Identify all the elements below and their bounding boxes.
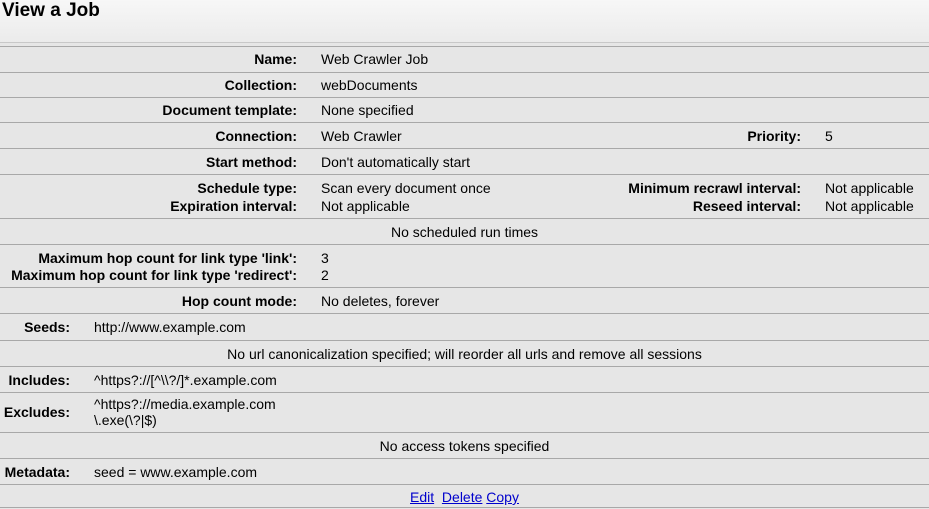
metadata-value: seed = www.example.com (94, 464, 258, 480)
delete-link[interactable]: Delete (442, 489, 482, 505)
reseed-value: Not applicable (825, 198, 914, 214)
name-value: Web Crawler Job (321, 51, 429, 67)
row-access-tokens: No access tokens specified (0, 432, 929, 458)
schedule-type-value: Scan every document once (321, 180, 491, 196)
row-excludes: Excludes: ^https?://media.example.com \.… (0, 392, 929, 432)
seeds-value: http://www.example.com (94, 319, 246, 335)
excludes-value-2: \.exe(\?|$) (94, 412, 157, 428)
schedule-type-label: Schedule type: (197, 180, 297, 196)
hop-mode-value: No deletes, forever (321, 293, 440, 309)
reseed-label: Reseed interval: (692, 198, 801, 214)
includes-label: Includes: (8, 372, 70, 388)
hop-redirect-value: 2 (321, 267, 329, 283)
hop-mode-label: Hop count mode: (181, 293, 297, 309)
hop-link-label: Maximum hop count for link type 'link': (38, 250, 297, 266)
access-tokens-text: No access tokens specified (379, 438, 550, 454)
excludes-value-1: ^https?://media.example.com (94, 396, 276, 412)
row-hop-counts: Maximum hop count for link type 'link': … (0, 244, 929, 287)
row-collection: Collection: webDocuments (0, 72, 929, 97)
start-method-value: Don't automatically start (321, 154, 470, 170)
includes-value: ^https?://[^\\?/]*.example.com (94, 372, 277, 388)
metadata-label: Metadata: (4, 464, 70, 480)
bottom-divider (0, 507, 929, 508)
expiration-value: Not applicable (321, 198, 410, 214)
row-seeds: Seeds: http://www.example.com (0, 313, 929, 340)
start-method-label: Start method: (206, 154, 297, 170)
page-title: View a Job (2, 0, 100, 21)
priority-label: Priority: (747, 128, 801, 144)
row-actions: Edit Delete Copy (0, 484, 929, 507)
action-links: Edit Delete Copy (0, 488, 929, 506)
hop-link-value: 3 (321, 250, 329, 266)
row-start-method: Start method: Don't automatically start (0, 148, 929, 174)
seeds-label: Seeds: (24, 319, 70, 335)
row-connection: Connection: Web Crawler Priority: 5 (0, 122, 929, 148)
template-label: Document template: (162, 102, 297, 118)
hop-redirect-label: Maximum hop count for link type 'redirec… (11, 267, 297, 283)
row-includes: Includes: ^https?://[^\\?/]*.example.com (0, 366, 929, 392)
row-run-times: No scheduled run times (0, 218, 929, 244)
priority-value: 5 (825, 128, 833, 144)
row-metadata: Metadata: seed = www.example.com (0, 458, 929, 484)
template-value: None specified (321, 102, 414, 118)
copy-link[interactable]: Copy (486, 489, 519, 505)
row-name: Name: Web Crawler Job (0, 46, 929, 72)
row-canonicalization: No url canonicalization specified; will … (0, 340, 929, 366)
page-header: View a Job (0, 0, 929, 43)
row-document-template: Document template: None specified (0, 97, 929, 122)
row-schedule: Schedule type: Scan every document once … (0, 174, 929, 218)
connection-label: Connection: (215, 128, 297, 144)
expiration-label: Expiration interval: (170, 198, 297, 214)
name-label: Name: (254, 51, 297, 67)
row-hop-mode: Hop count mode: No deletes, forever (0, 287, 929, 313)
min-recrawl-label: Minimum recrawl interval: (628, 180, 801, 196)
run-times-text: No scheduled run times (390, 224, 539, 240)
edit-link[interactable]: Edit (410, 489, 434, 505)
connection-value: Web Crawler (321, 128, 402, 144)
min-recrawl-value: Not applicable (825, 180, 914, 196)
excludes-label: Excludes: (3, 404, 70, 420)
canonicalization-text: No url canonicalization specified; will … (227, 346, 702, 362)
collection-value: webDocuments (321, 77, 418, 93)
collection-label: Collection: (224, 77, 297, 93)
